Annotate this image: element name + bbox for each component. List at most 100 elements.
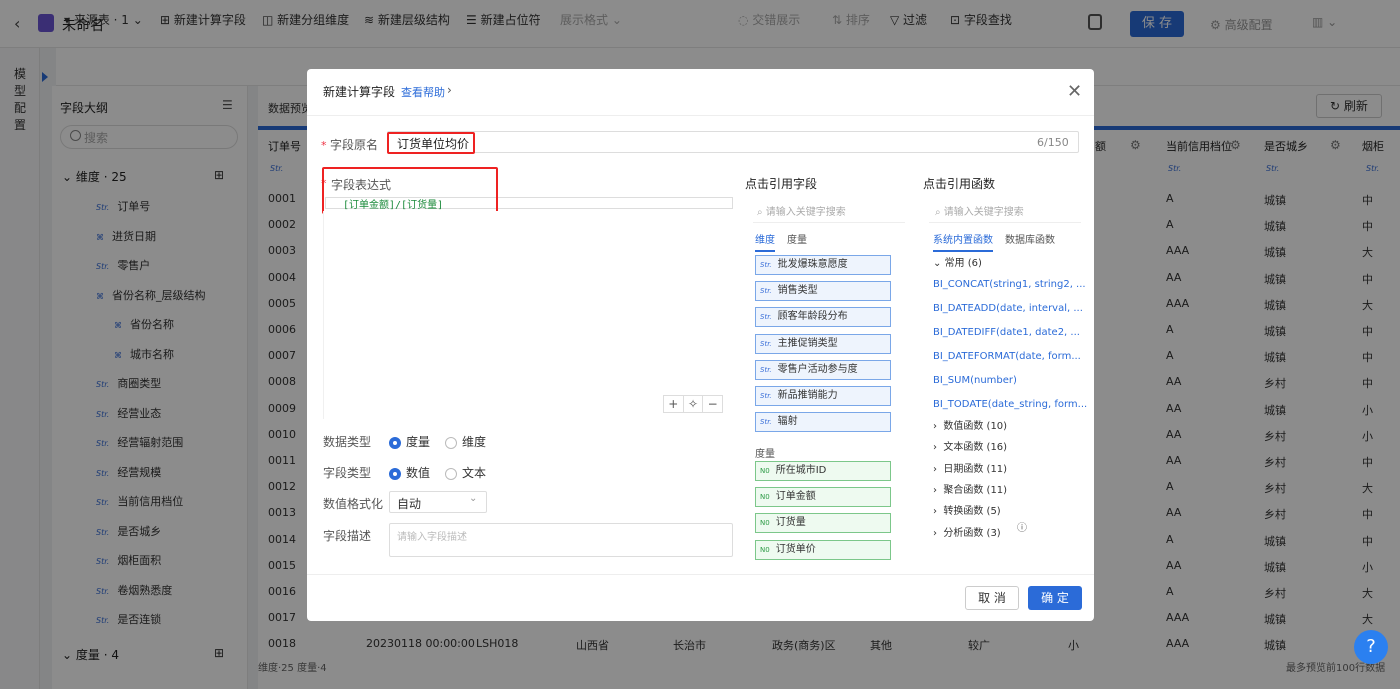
function-group[interactable]: › 转换函数 (5): [933, 502, 1001, 517]
measure-field-chip[interactable]: N0 所在城市ID: [755, 461, 891, 481]
divider: [307, 115, 1094, 116]
common-group[interactable]: ⌄ 常用 (6): [933, 254, 982, 269]
function-group-label: 数值函数: [943, 421, 984, 432]
type-tag: N0: [760, 467, 770, 475]
measure-field-chip[interactable]: N0 订单金额: [755, 487, 891, 508]
num-format-label: 数值格式化: [323, 497, 384, 511]
help-bubble-button[interactable]: ?: [1354, 630, 1388, 664]
function-group-count: (16): [986, 442, 1008, 454]
dim-field-label: 零售户活动参与度: [777, 363, 858, 375]
function-group[interactable]: › 聚合函数 (11): [933, 481, 1007, 496]
function-group[interactable]: › 分析函数 (3): [933, 524, 1001, 539]
data-type-dim-radio[interactable]: 维度: [445, 433, 486, 450]
tab-db-funcs[interactable]: 数据库函数: [1005, 231, 1055, 246]
tab-dim[interactable]: 维度: [755, 231, 775, 252]
orig-name-label: * 字段原名: [321, 138, 379, 152]
plus-icon[interactable]: +: [664, 396, 684, 412]
locate-icon[interactable]: ✧: [684, 396, 704, 412]
function-group-count: (5): [986, 506, 1001, 518]
data-type-measure-radio[interactable]: 度量: [389, 433, 430, 450]
orig-name-count: 6/150: [1037, 136, 1069, 149]
function-group-count: (3): [986, 527, 1001, 539]
dim-field-chip[interactable]: Str. 主推促销类型: [755, 333, 891, 354]
info-icon[interactable]: ⓘ: [1017, 519, 1027, 534]
function-group-label: 日期函数: [943, 463, 984, 475]
funcs-panel: ⌕ 请输入关键字搜索 系统内置函数 数据库函数 ⌄ 常用 (6) BI_CONC…: [921, 195, 1087, 559]
function-item[interactable]: BI_DATEADD(date, interval, ...: [933, 303, 1083, 314]
dim-field-chip[interactable]: Str. 销售类型: [755, 281, 891, 302]
function-item[interactable]: BI_SUM(number): [933, 375, 1017, 386]
orig-name-input[interactable]: [387, 131, 1079, 153]
fields-panel: ⌕ 请输入关键字搜索 维度 度量 Str. 批发爆珠意愿度 Str. 销售类型 Str.…: [745, 195, 909, 560]
function-item[interactable]: BI_DATEFORMAT(date, form...: [933, 351, 1081, 362]
help-link[interactable]: 查看帮助: [401, 84, 445, 100]
desc-placeholder: 请输入字段描述: [397, 532, 467, 543]
dim-field-chip[interactable]: Str. 辐射: [755, 412, 891, 433]
measure-field-chip[interactable]: N0 订货量: [755, 513, 891, 534]
type-tag: Str.: [760, 339, 772, 348]
highlight-box: [322, 167, 498, 214]
type-tag: Str.: [760, 287, 772, 296]
function-item[interactable]: BI_CONCAT(string1, string2, ...: [933, 279, 1086, 290]
dim-field-chip[interactable]: Str. 顾客年龄段分布: [755, 307, 891, 328]
function-group-count: (11): [986, 484, 1008, 496]
num-format-value[interactable]: 自动: [397, 495, 421, 512]
chevron-down-icon[interactable]: ⌄: [469, 493, 477, 504]
function-group-label: 转换函数: [943, 506, 984, 518]
dim-field-chip[interactable]: Str. 新品推销能力: [755, 386, 891, 406]
expr-editor[interactable]: [323, 211, 733, 419]
cancel-button[interactable]: 取 消: [965, 586, 1019, 610]
measure-field-label: 订货量: [775, 517, 806, 529]
type-tag: Str.: [760, 365, 772, 374]
fields-title: 点击引用字段: [745, 177, 818, 191]
editor-tools: + ✧ −: [663, 395, 723, 413]
dim-field-label: 新品推销能力: [777, 390, 838, 401]
function-group-label: 文本函数: [943, 442, 984, 454]
type-tag: Str.: [760, 418, 772, 427]
divider: [307, 574, 1094, 575]
type-tag: N0: [760, 493, 770, 502]
highlight-box: [387, 132, 475, 154]
ok-button[interactable]: 确 定: [1028, 586, 1082, 610]
type-tag: Str.: [760, 261, 772, 269]
type-tag: Str.: [760, 313, 772, 322]
dim-field-label: 辐射: [777, 416, 798, 428]
function-item[interactable]: BI_DATEDIFF(date1, date2, ...: [933, 327, 1080, 338]
field-type-label: 字段类型: [323, 466, 372, 480]
chevron-right-icon[interactable]: ›: [447, 83, 452, 97]
type-tag: Str.: [760, 392, 772, 400]
dim-field-label: 销售类型: [777, 285, 818, 297]
dim-field-label: 批发爆珠意愿度: [777, 259, 848, 270]
funcs-search-placeholder: ⌕ 请输入关键字搜索: [935, 207, 1024, 218]
function-group[interactable]: › 文本函数 (16): [933, 438, 1007, 453]
function-group-count: (11): [986, 463, 1008, 475]
funcs-title: 点击引用函数: [923, 177, 996, 191]
measure-field-label: 订货单价: [775, 543, 816, 555]
dim-field-chip[interactable]: Str. 批发爆珠意愿度: [755, 255, 891, 275]
dim-field-label: 顾客年龄段分布: [777, 311, 848, 323]
minus-icon[interactable]: −: [703, 396, 722, 412]
field-type-number-radio[interactable]: 数值: [389, 464, 430, 481]
desc-label: 字段描述: [323, 529, 372, 543]
close-icon[interactable]: ✕: [1067, 81, 1082, 102]
modal-title: 新建计算字段: [323, 85, 396, 99]
function-item[interactable]: BI_TODATE(date_string, form...: [933, 399, 1087, 410]
measure-field-label: 订单金额: [775, 491, 816, 503]
function-group-count: (10): [986, 421, 1008, 432]
function-group-label: 分析函数: [943, 527, 984, 539]
fields-search-placeholder: ⌕ 请输入关键字搜索: [757, 207, 846, 218]
tab-measure[interactable]: 度量: [787, 231, 807, 246]
function-group[interactable]: › 数值函数 (10): [933, 417, 1007, 432]
measure-field-chip[interactable]: N0 订货单价: [755, 539, 891, 560]
type-tag: N0: [760, 545, 770, 554]
measure-section-label: 度量: [755, 449, 775, 460]
data-type-label: 数据类型: [323, 435, 372, 449]
tab-builtin-funcs[interactable]: 系统内置函数: [933, 231, 993, 252]
dim-field-chip[interactable]: Str. 零售户活动参与度: [755, 359, 891, 380]
dim-field-label: 主推促销类型: [777, 337, 838, 349]
type-tag: N0: [760, 519, 770, 528]
field-type-text-radio[interactable]: 文本: [445, 464, 486, 481]
new-calc-field-modal: 新建计算字段 查看帮助 › ✕ * 字段原名 订货单位均价 6/150 * 字段…: [307, 69, 1094, 621]
function-group-label: 聚合函数: [943, 484, 984, 496]
function-group[interactable]: › 日期函数 (11): [933, 460, 1007, 475]
